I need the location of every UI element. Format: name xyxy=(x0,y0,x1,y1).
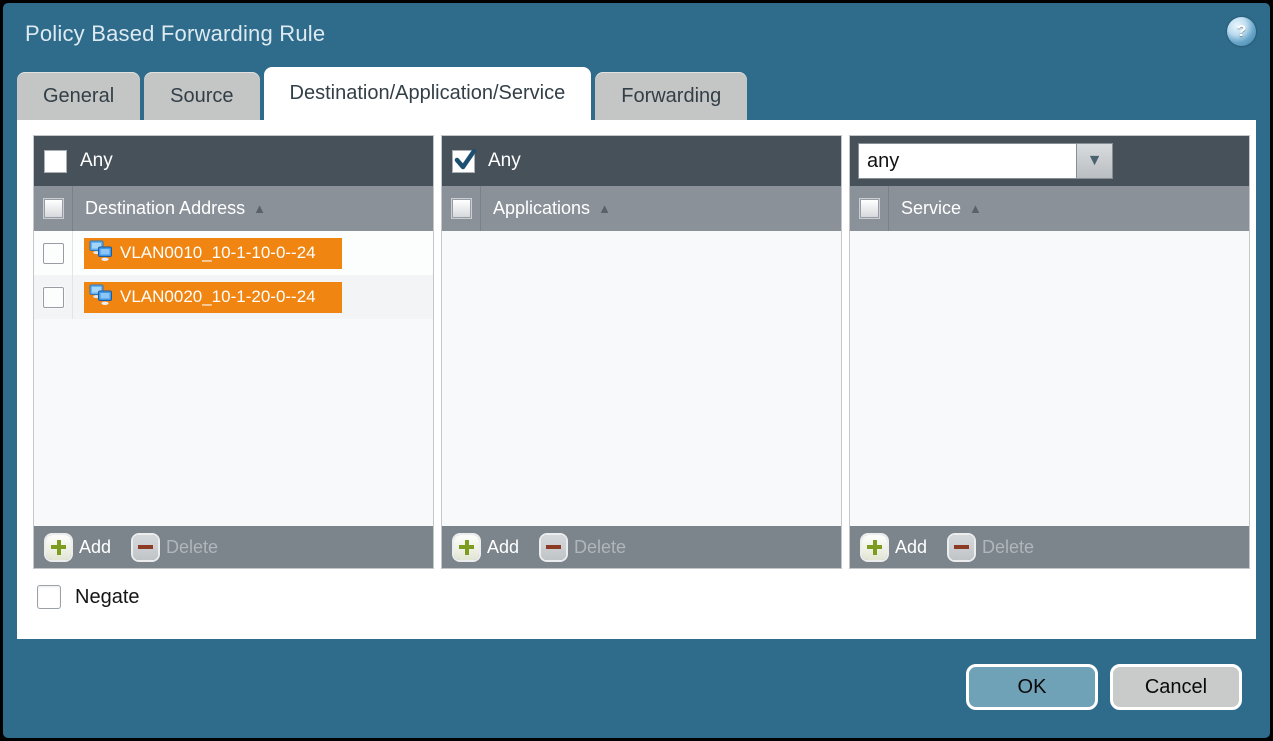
delete-button[interactable]: Delete xyxy=(541,535,626,560)
add-button[interactable]: Add xyxy=(454,535,519,560)
delete-button[interactable]: Delete xyxy=(133,535,218,560)
service-type-input[interactable] xyxy=(858,143,1076,179)
applications-column-header: Applications ▲ xyxy=(442,186,841,231)
service-column-label[interactable]: Service xyxy=(901,198,961,219)
row-checkbox[interactable] xyxy=(43,243,64,264)
negate-label: Negate xyxy=(75,586,140,609)
destination-any-label: Any xyxy=(80,150,113,172)
row-checkbox[interactable] xyxy=(43,287,64,308)
tab-general[interactable]: General xyxy=(17,72,140,120)
address-object-chip[interactable]: VLAN0020_10-1-20-0--24 xyxy=(84,282,342,313)
help-icon[interactable]: ? xyxy=(1227,17,1256,46)
destination-toolbar: Add Delete xyxy=(34,526,433,568)
service-dropdown-bar: ▼ xyxy=(850,136,1249,186)
applications-column-label[interactable]: Applications xyxy=(493,198,590,219)
table-row[interactable]: VLAN0010_10-1-10-0--24 xyxy=(34,231,433,275)
applications-list xyxy=(442,231,841,526)
dialog-title: Policy Based Forwarding Rule xyxy=(25,21,325,47)
panel-service: ▼ Service ▲ xyxy=(849,135,1250,569)
table-row[interactable]: VLAN0020_10-1-20-0--24 xyxy=(34,275,433,319)
minus-icon xyxy=(133,535,158,560)
applications-toolbar: Add Delete xyxy=(442,526,841,568)
add-button[interactable]: Add xyxy=(862,535,927,560)
applications-select-all-checkbox[interactable] xyxy=(452,199,471,218)
negate-option: Negate xyxy=(37,585,140,609)
dropdown-button[interactable]: ▼ xyxy=(1076,143,1113,179)
panel-group: Any Destination Address ▲ xyxy=(33,135,1250,569)
destination-list: VLAN0010_10-1-10-0--24 xyxy=(34,231,433,526)
tab-bar: General Source Destination/Application/S… xyxy=(17,67,747,120)
service-type-dropdown: ▼ xyxy=(858,143,1113,179)
add-button[interactable]: Add xyxy=(46,535,111,560)
address-object-label: VLAN0010_10-1-10-0--24 xyxy=(120,243,316,263)
applications-any-checkbox[interactable] xyxy=(452,150,475,173)
cancel-button[interactable]: Cancel xyxy=(1110,664,1242,710)
destination-select-all-checkbox[interactable] xyxy=(44,199,63,218)
service-toolbar: Add Delete xyxy=(850,526,1249,568)
sort-asc-icon[interactable]: ▲ xyxy=(969,202,982,215)
panel-applications: Any Applications ▲ xyxy=(441,135,842,569)
checkmark-icon xyxy=(451,146,479,174)
destination-any-bar: Any xyxy=(34,136,433,186)
tab-forwarding[interactable]: Forwarding xyxy=(595,72,747,120)
address-object-label: VLAN0020_10-1-20-0--24 xyxy=(120,287,316,307)
destination-column-label[interactable]: Destination Address xyxy=(85,198,245,219)
address-object-chip[interactable]: VLAN0010_10-1-10-0--24 xyxy=(84,238,342,269)
tab-content: Any Destination Address ▲ xyxy=(17,120,1256,639)
sort-asc-icon[interactable]: ▲ xyxy=(253,202,266,215)
minus-icon xyxy=(949,535,974,560)
plus-icon xyxy=(862,535,887,560)
destination-column-header: Destination Address ▲ xyxy=(34,186,433,231)
applications-any-bar: Any xyxy=(442,136,841,186)
tab-source[interactable]: Source xyxy=(144,72,259,120)
applications-any-label: Any xyxy=(488,150,521,172)
plus-icon xyxy=(46,535,71,560)
service-select-all-checkbox[interactable] xyxy=(860,199,879,218)
panel-destination-address: Any Destination Address ▲ xyxy=(33,135,434,569)
ok-button[interactable]: OK xyxy=(966,664,1098,710)
minus-icon xyxy=(541,535,566,560)
dialog-window: Policy Based Forwarding Rule ? General S… xyxy=(0,0,1273,741)
delete-button[interactable]: Delete xyxy=(949,535,1034,560)
destination-any-checkbox[interactable] xyxy=(44,150,67,173)
address-object-icon xyxy=(89,240,113,267)
dialog-frame: Policy Based Forwarding Rule ? General S… xyxy=(3,3,1270,738)
service-column-header: Service ▲ xyxy=(850,186,1249,231)
sort-asc-icon[interactable]: ▲ xyxy=(598,202,611,215)
tab-destination-application-service[interactable]: Destination/Application/Service xyxy=(264,67,592,120)
plus-icon xyxy=(454,535,479,560)
chevron-down-icon: ▼ xyxy=(1087,153,1103,169)
address-object-icon xyxy=(89,284,113,311)
negate-checkbox[interactable] xyxy=(37,585,61,609)
service-list xyxy=(850,231,1249,526)
